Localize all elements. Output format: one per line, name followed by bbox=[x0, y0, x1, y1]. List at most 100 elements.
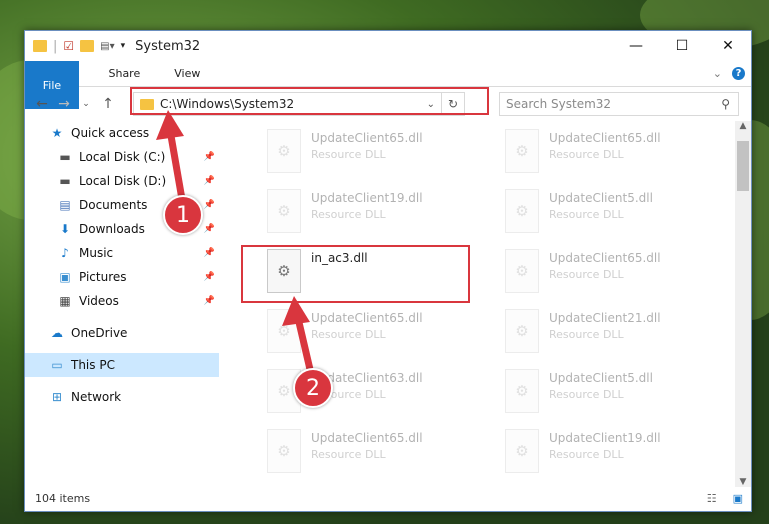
customize-icon[interactable]: ▤▾ bbox=[100, 41, 114, 52]
explorer-window: | ☑ ▤▾ ▾ System32 — ☐ ✕ File Home Share … bbox=[24, 30, 752, 512]
file-type: Resource DLL bbox=[549, 388, 624, 401]
status-bar: 104 items ☷ ▣ bbox=[25, 485, 751, 511]
qat-dropdown-icon[interactable]: ▾ bbox=[121, 41, 126, 51]
ribbon-tabs: File Home Share View ⌄ ? bbox=[25, 61, 751, 109]
dll-file-icon: ⚙ bbox=[267, 189, 301, 233]
properties-icon[interactable]: ☑ bbox=[63, 39, 74, 53]
drive-icon: ▬ bbox=[59, 150, 71, 164]
up-icon[interactable]: ↑ bbox=[97, 96, 119, 112]
file-type: Resource DLL bbox=[549, 268, 624, 281]
item-count: 104 items bbox=[35, 491, 91, 505]
scroll-up-icon[interactable]: ▲ bbox=[735, 121, 751, 131]
file-type: Resource DLL bbox=[311, 448, 386, 461]
cloud-icon: ☁ bbox=[51, 326, 63, 340]
search-input[interactable]: Search System32 ⚲ bbox=[499, 92, 739, 116]
sidebar-item-music[interactable]: ♪ Music 📌 bbox=[25, 241, 219, 265]
maximize-button[interactable]: ☐ bbox=[659, 31, 705, 61]
videos-icon: ▦ bbox=[59, 294, 71, 308]
dll-file-icon: ⚙ bbox=[505, 249, 539, 293]
list-item[interactable]: ⚙ UpdateClient5.dll Resource DLL bbox=[505, 365, 715, 413]
expand-ribbon-icon[interactable]: ⌄ bbox=[713, 67, 722, 80]
forward-icon[interactable]: → bbox=[53, 96, 75, 112]
recent-locations-icon[interactable]: ⌄ bbox=[75, 99, 97, 109]
sidebar-item-label: Network bbox=[71, 390, 122, 404]
music-icon: ♪ bbox=[61, 246, 69, 260]
pin-icon: 📌 bbox=[203, 272, 215, 282]
file-type: Resource DLL bbox=[311, 328, 386, 341]
pictures-icon: ▣ bbox=[59, 270, 71, 284]
pin-icon: 📌 bbox=[203, 176, 215, 186]
file-type: Resource DLL bbox=[311, 148, 386, 161]
dll-file-icon: ⚙ bbox=[267, 429, 301, 473]
dll-file-icon: ⚙ bbox=[267, 129, 301, 173]
scrollbar-thumb[interactable] bbox=[737, 141, 749, 191]
sidebar-item-local-disk-c[interactable]: ▬ Local Disk (C:) 📌 bbox=[25, 145, 219, 169]
file-name: UpdateClient19.dll bbox=[311, 191, 423, 205]
minimize-button[interactable]: — bbox=[613, 31, 659, 61]
dll-file-icon: ⚙ bbox=[505, 129, 539, 173]
sidebar-item-network[interactable]: ⊞ Network bbox=[25, 385, 219, 409]
folder-icon[interactable] bbox=[33, 40, 47, 52]
file-name: UpdateClient19.dll bbox=[549, 431, 661, 445]
file-name: UpdateClient65.dll bbox=[549, 251, 661, 265]
list-item[interactable]: ⚙ UpdateClient5.dll Resource DLL bbox=[505, 185, 715, 233]
help-icon[interactable]: ? bbox=[732, 67, 745, 80]
dll-file-icon: ⚙ bbox=[505, 429, 539, 473]
file-name: UpdateClient65.dll bbox=[311, 431, 423, 445]
list-item[interactable]: ⚙ UpdateClient19.dll Resource DLL bbox=[267, 185, 477, 233]
sidebar-item-label: Local Disk (C:) bbox=[79, 150, 166, 164]
dll-file-icon: ⚙ bbox=[505, 309, 539, 353]
list-item[interactable]: ⚙ UpdateClient65.dll Resource DLL bbox=[267, 305, 477, 353]
tab-view[interactable]: View bbox=[157, 61, 217, 86]
pin-icon: 📌 bbox=[203, 152, 215, 162]
file-type: Resource DLL bbox=[549, 148, 624, 161]
sidebar-item-label: Pictures bbox=[79, 270, 127, 284]
list-item[interactable]: ⚙ UpdateClient21.dll Resource DLL bbox=[505, 305, 715, 353]
new-folder-icon[interactable] bbox=[80, 40, 95, 52]
file-type: Resource DLL bbox=[549, 208, 624, 221]
details-view-icon[interactable]: ☷ bbox=[697, 492, 717, 505]
sidebar-item-this-pc[interactable]: ▭ This PC bbox=[25, 353, 219, 377]
sidebar-item-label: Videos bbox=[79, 294, 119, 308]
sidebar-item-local-disk-d[interactable]: ▬ Local Disk (D:) 📌 bbox=[25, 169, 219, 193]
step-badge-1: 1 bbox=[163, 195, 203, 235]
list-item[interactable]: ⚙ UpdateClient65.dll Resource DLL bbox=[505, 125, 715, 173]
address-highlight bbox=[130, 87, 489, 115]
search-placeholder: Search System32 bbox=[506, 97, 612, 111]
file-name: UpdateClient5.dll bbox=[549, 191, 653, 205]
close-button[interactable]: ✕ bbox=[705, 31, 751, 61]
list-item[interactable]: ⚙ UpdateClient19.dll Resource DLL bbox=[505, 425, 715, 473]
vertical-scrollbar[interactable]: ▲ ▼ bbox=[735, 121, 751, 487]
drive-icon: ▬ bbox=[59, 174, 71, 188]
dll-file-icon: ⚙ bbox=[267, 309, 301, 353]
step-badge-2: 2 bbox=[293, 368, 333, 408]
back-icon[interactable]: ← bbox=[31, 96, 53, 112]
tab-share[interactable]: Share bbox=[91, 61, 157, 86]
file-name: UpdateClient5.dll bbox=[549, 371, 653, 385]
file-name: UpdateClient65.dll bbox=[311, 311, 423, 325]
sidebar-item-label: Quick access bbox=[71, 126, 150, 140]
search-icon: ⚲ bbox=[721, 97, 730, 111]
separator: | bbox=[53, 38, 58, 54]
file-highlight bbox=[241, 245, 470, 303]
list-item[interactable]: ⚙ UpdateClient65.dll Resource DLL bbox=[267, 125, 477, 173]
sidebar-item-pictures[interactable]: ▣ Pictures 📌 bbox=[25, 265, 219, 289]
pin-icon: 📌 bbox=[203, 296, 215, 306]
file-name: UpdateClient65.dll bbox=[311, 131, 423, 145]
list-item[interactable]: ⚙ UpdateClient65.dll Resource DLL bbox=[505, 245, 715, 293]
star-icon: ★ bbox=[51, 126, 63, 140]
file-type: Resource DLL bbox=[549, 328, 624, 341]
sidebar-item-label: Documents bbox=[79, 198, 148, 212]
file-type: Resource DLL bbox=[311, 208, 386, 221]
sidebar-item-onedrive[interactable]: ☁ OneDrive bbox=[25, 321, 219, 345]
sidebar-item-videos[interactable]: ▦ Videos 📌 bbox=[25, 289, 219, 313]
sidebar-item-label: This PC bbox=[71, 358, 115, 372]
documents-icon: ▤ bbox=[59, 198, 71, 212]
large-icons-view-icon[interactable]: ▣ bbox=[723, 492, 743, 505]
list-item[interactable]: ⚙ UpdateClient65.dll Resource DLL bbox=[267, 425, 477, 473]
quick-access-toolbar: | ☑ ▤▾ ▾ bbox=[25, 39, 125, 54]
title-bar: | ☑ ▤▾ ▾ System32 — ☐ ✕ bbox=[25, 31, 751, 61]
sidebar-item-label: Local Disk (D:) bbox=[79, 174, 167, 188]
sidebar-item-label: Downloads bbox=[79, 222, 145, 236]
sidebar-item-quick-access[interactable]: ★ Quick access bbox=[25, 121, 219, 145]
